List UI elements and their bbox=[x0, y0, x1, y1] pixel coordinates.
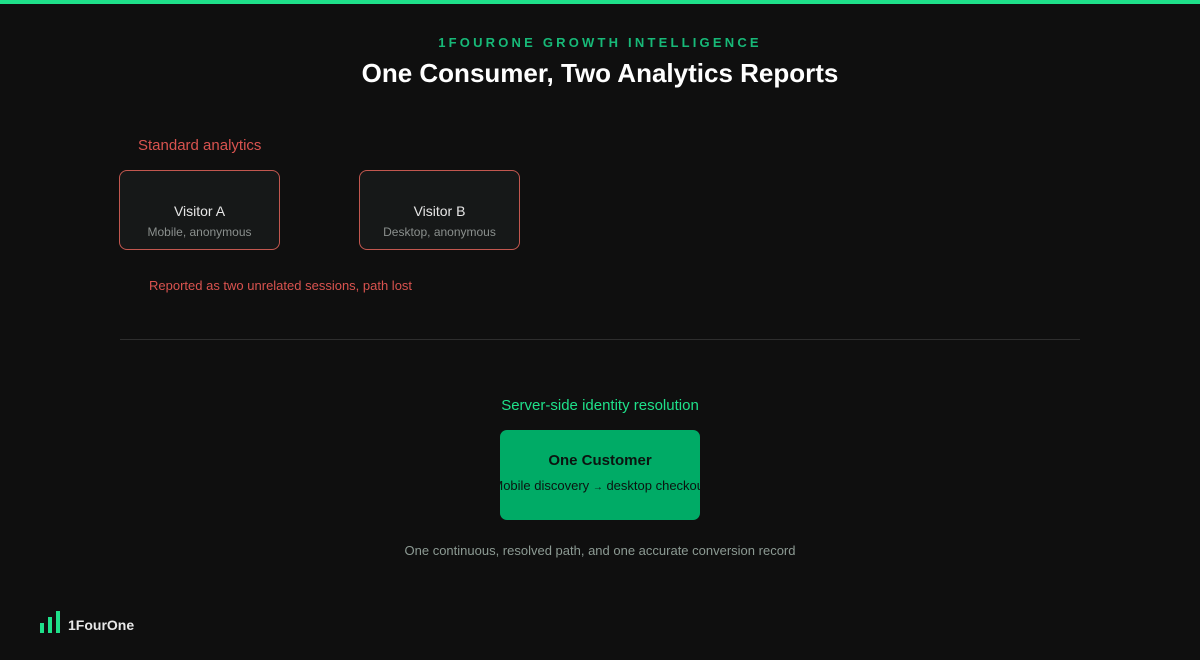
visitor-b-detail: Desktop, anonymous bbox=[383, 225, 496, 239]
visitor-a-name: Visitor A bbox=[173, 203, 226, 219]
path-from: Mobile discovery bbox=[500, 478, 590, 493]
resolved-note: One continuous, resolved path, and one a… bbox=[404, 543, 796, 558]
standard-analytics-label: Standard analytics bbox=[138, 137, 262, 154]
arrow-right-icon: → bbox=[592, 482, 603, 493]
eyebrow-label: 1FOURONE GROWTH INTELLIGENCE bbox=[438, 35, 762, 50]
visitor-b-name: Visitor B bbox=[413, 203, 466, 219]
brand-logo: 1FourOne bbox=[40, 609, 134, 633]
one-customer-card: One Customer Mobile discovery → desktop … bbox=[500, 430, 700, 520]
visitor-a-detail: Mobile, anonymous bbox=[147, 225, 252, 239]
logo-text: 1FourOne bbox=[68, 617, 135, 633]
customer-path: Mobile discovery → desktop checkout bbox=[500, 478, 700, 493]
identity-resolution-label: Server-side identity resolution bbox=[501, 397, 699, 414]
customer-card-title: One Customer bbox=[548, 452, 652, 469]
section-divider bbox=[120, 339, 1080, 340]
page-title: One Consumer, Two Analytics Reports bbox=[361, 58, 839, 88]
bar-chart-logo-icon bbox=[40, 611, 62, 633]
visitor-a-card: Visitor A Mobile, anonymous bbox=[119, 170, 280, 250]
visitor-b-card: Visitor B Desktop, anonymous bbox=[359, 170, 520, 250]
path-to: desktop checkout bbox=[606, 478, 700, 493]
top-accent-bar bbox=[0, 0, 1200, 4]
standard-analytics-note: Reported as two unrelated sessions, path… bbox=[149, 278, 413, 293]
